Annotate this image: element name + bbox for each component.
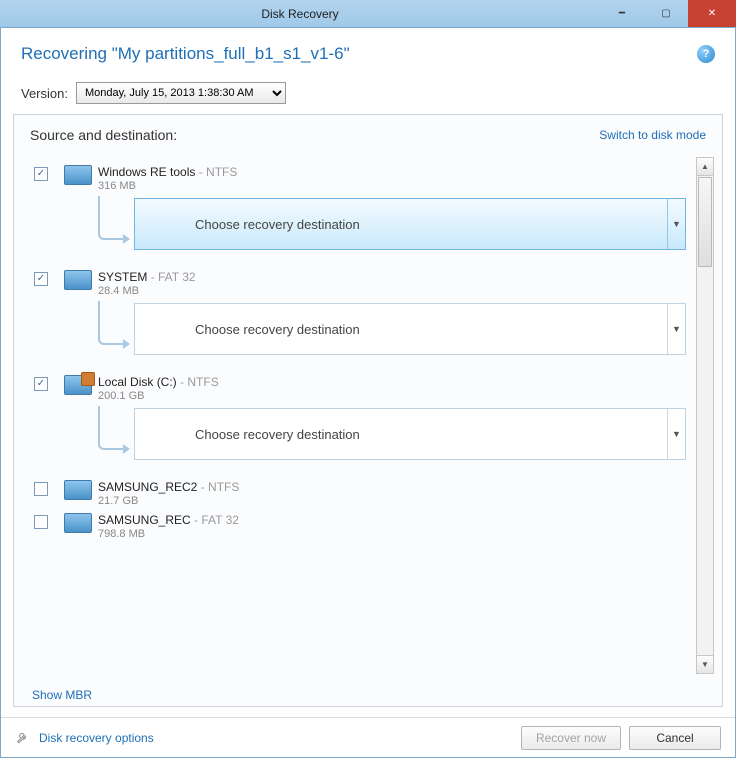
chevron-down-icon[interactable]: ▼	[667, 304, 685, 354]
partition-checkbox[interactable]: ✓	[34, 272, 48, 286]
titlebar[interactable]: Disk Recovery ━ ▢ ✕	[0, 0, 736, 28]
partition-size: 21.7 GB	[98, 495, 686, 507]
disk-icon	[64, 165, 92, 185]
partition-name: SAMSUNG_REC	[98, 513, 191, 527]
partition-item: ✓ Local Disk (C:) - NTFS200.1 GB	[34, 369, 686, 402]
switch-disk-mode-link[interactable]: Switch to disk mode	[599, 128, 706, 142]
maximize-button[interactable]: ▢	[644, 0, 688, 27]
partition-item: ✓ SYSTEM - FAT 3228.4 MB	[34, 264, 686, 297]
partition-fs: - NTFS	[201, 480, 240, 494]
arrow-icon	[98, 301, 124, 345]
destination-placeholder: Choose recovery destination	[195, 427, 360, 442]
scrollbar[interactable]: ▲ ▼	[696, 157, 714, 674]
recovery-destination-select[interactable]: Choose recovery destination ▼	[134, 303, 686, 355]
partition-checkbox[interactable]	[34, 482, 48, 496]
recover-now-button[interactable]: Recover now	[521, 726, 621, 750]
partition-name: Windows RE tools	[98, 165, 195, 179]
cancel-button[interactable]: Cancel	[629, 726, 721, 750]
partition-name: SAMSUNG_REC2	[98, 480, 197, 494]
recovery-destination-select[interactable]: Choose recovery destination ▼	[134, 198, 686, 250]
partition-list: ✓Windows RE tools - NTFS316 MBChoose rec…	[20, 155, 696, 676]
disk-icon	[64, 270, 92, 290]
disk-icon	[64, 480, 92, 500]
partition-checkbox[interactable]: ✓	[34, 167, 48, 181]
recovery-destination-select[interactable]: Choose recovery destination ▼	[134, 408, 686, 460]
partition-checkbox[interactable]: ✓	[34, 377, 48, 391]
window-title: Disk Recovery	[0, 7, 600, 21]
destination-placeholder: Choose recovery destination	[195, 217, 360, 232]
scroll-down-button[interactable]: ▼	[697, 655, 713, 673]
partition-fs: - NTFS	[180, 375, 219, 389]
disk-icon	[64, 375, 92, 395]
partition-item: SAMSUNG_REC2 - NTFS21.7 GB	[34, 474, 686, 507]
destination-placeholder: Choose recovery destination	[195, 322, 360, 337]
scroll-thumb[interactable]	[698, 177, 712, 267]
partition-size: 316 MB	[98, 180, 686, 192]
partition-fs: - FAT 32	[194, 513, 239, 527]
partition-name: Local Disk (C:)	[98, 375, 177, 389]
arrow-icon	[98, 196, 124, 240]
arrow-icon	[98, 406, 124, 450]
partition-fs: - FAT 32	[151, 270, 196, 284]
partition-size: 28.4 MB	[98, 285, 686, 297]
show-mbr-link[interactable]: Show MBR	[14, 682, 722, 706]
partition-size: 200.1 GB	[98, 390, 686, 402]
disk-icon	[64, 513, 92, 533]
page-title: Recovering "My partitions_full_b1_s1_v1-…	[21, 44, 350, 64]
help-icon[interactable]: ?	[697, 45, 715, 63]
scroll-up-button[interactable]: ▲	[697, 158, 713, 176]
wrench-icon	[15, 730, 31, 746]
version-label: Version:	[21, 86, 68, 101]
partition-checkbox[interactable]	[34, 515, 48, 529]
partition-name: SYSTEM	[98, 270, 147, 284]
partition-fs: - NTFS	[199, 165, 238, 179]
partition-item: SAMSUNG_REC - FAT 32798.8 MB	[34, 507, 686, 540]
chevron-down-icon[interactable]: ▼	[667, 199, 685, 249]
panel-title: Source and destination:	[30, 127, 177, 143]
minimize-button[interactable]: ━	[600, 0, 644, 27]
partition-size: 798.8 MB	[98, 528, 686, 540]
version-select[interactable]: Monday, July 15, 2013 1:38:30 AM	[76, 82, 286, 104]
chevron-down-icon[interactable]: ▼	[667, 409, 685, 459]
disk-recovery-options-link[interactable]: Disk recovery options	[39, 731, 154, 745]
close-button[interactable]: ✕	[688, 0, 736, 27]
partition-item: ✓ Windows RE tools - NTFS316 MB	[34, 159, 686, 192]
